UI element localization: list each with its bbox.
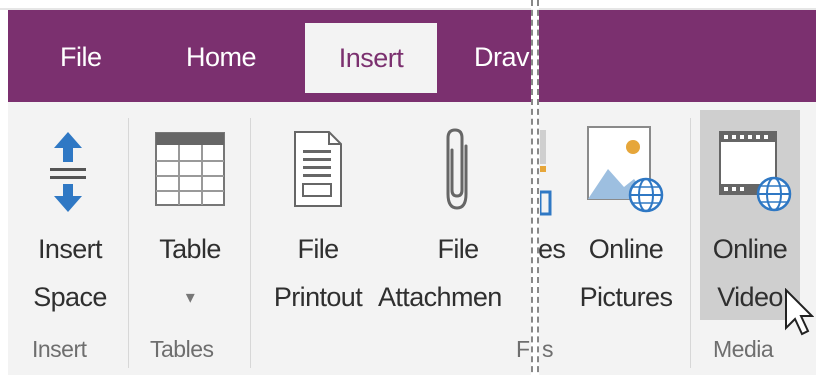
- group-label-files-tail: s: [542, 336, 554, 362]
- insert-space-icon[interactable]: [44, 130, 92, 214]
- paperclip-icon[interactable]: [440, 128, 476, 212]
- group-separator: [250, 118, 251, 368]
- group-label-media: Media: [713, 336, 774, 362]
- table-icon[interactable]: [155, 132, 225, 206]
- partial-button-label[interactable]: es: [538, 224, 578, 274]
- table-label[interactable]: Table: [140, 224, 240, 274]
- file-printout-label-line1[interactable]: File: [268, 224, 368, 274]
- tab-insert[interactable]: Insert: [305, 23, 437, 93]
- file-attachment-label-line2[interactable]: Attachmen: [378, 272, 528, 322]
- insert-space-label-line1[interactable]: Insert: [20, 224, 120, 274]
- partial-button-icon: [540, 130, 552, 216]
- tab-file[interactable]: File: [60, 22, 102, 92]
- file-printout-icon[interactable]: [293, 130, 343, 208]
- tab-draw[interactable]: Drav: [474, 22, 530, 92]
- file-attachment-label-line1[interactable]: File: [408, 224, 508, 274]
- group-separator: [690, 118, 691, 368]
- ribbon-bottom-border: [0, 375, 816, 382]
- screenshot-split-divider: [531, 0, 539, 382]
- group-separator: [128, 118, 129, 368]
- online-video-icon[interactable]: [718, 128, 794, 214]
- table-dropdown-icon[interactable]: ▾: [140, 272, 240, 322]
- tab-home[interactable]: Home: [186, 22, 257, 92]
- mouse-cursor-icon: [785, 288, 814, 336]
- online-pictures-label-line1[interactable]: Online: [576, 224, 676, 274]
- group-label-tables: Tables: [150, 336, 214, 362]
- online-pictures-label-line2[interactable]: Pictures: [570, 272, 682, 322]
- group-label-insert: Insert: [32, 336, 87, 362]
- file-printout-label-line2[interactable]: Printout: [262, 272, 374, 322]
- onenote-ribbon: File Home Insert Drav Insert Space Table…: [0, 0, 816, 382]
- insert-space-label-line2[interactable]: Space: [20, 272, 120, 322]
- online-video-label-line1[interactable]: Online: [700, 224, 800, 274]
- online-pictures-icon[interactable]: [586, 125, 666, 213]
- group-label-files: F: [516, 336, 530, 362]
